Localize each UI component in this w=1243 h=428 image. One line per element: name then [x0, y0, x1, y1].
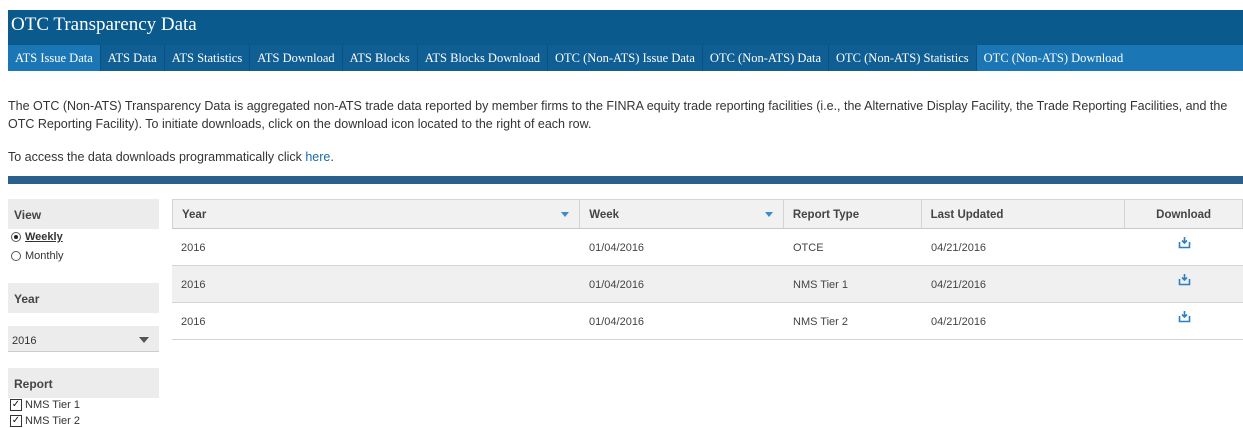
download-icon[interactable]: [1178, 273, 1191, 286]
table-row: 2016 01/04/2016 OTCE 04/21/2016: [172, 229, 1243, 266]
cell-week: 01/04/2016: [589, 242, 645, 254]
api-access-link[interactable]: here: [305, 150, 330, 164]
column-header-label: Year: [182, 209, 207, 221]
table-header: Year Week Report Type Last Updated Downl…: [172, 199, 1243, 229]
api-access-suffix: .: [330, 150, 334, 164]
chevron-down-icon[interactable]: [139, 337, 149, 343]
downloads-table: Year Week Report Type Last Updated Downl…: [172, 199, 1243, 340]
tab-otc-statistics[interactable]: OTC (Non-ATS) Statistics: [829, 45, 977, 71]
tab-ats-data[interactable]: ATS Data: [100, 45, 165, 71]
cell-download: [1126, 229, 1243, 265]
cell-report-type: NMS Tier 1: [793, 279, 849, 291]
column-header-label: Week: [589, 209, 620, 221]
cell-report-type: OTCE: [793, 242, 824, 254]
api-access-text: To access the data downloads programmati…: [8, 150, 334, 164]
column-header-download: Download: [1156, 209, 1212, 221]
view-option-label: Weekly: [25, 231, 63, 243]
tab-ats-issue-data[interactable]: ATS Issue Data: [8, 45, 101, 71]
api-access-prefix: To access the data downloads programmati…: [8, 150, 306, 164]
report-option-nms-tier-1[interactable]: ✓ NMS Tier 1: [10, 399, 80, 411]
sort-arrow-icon[interactable]: [561, 212, 570, 217]
report-option-label: NMS Tier 1: [25, 399, 81, 411]
app-header: OTC Transparency Data ATS Issue Data ATS…: [8, 10, 1243, 71]
year-select[interactable]: 2016: [8, 326, 159, 352]
cell-year: 2016: [181, 316, 206, 328]
tab-otc-download[interactable]: OTC (Non-ATS) Download: [976, 45, 1243, 71]
cell-report-type: NMS Tier 2: [793, 316, 849, 328]
report-option-label: NMS Tier 2: [25, 415, 81, 427]
radio-selected-icon[interactable]: [11, 232, 21, 242]
table-row: 2016 01/04/2016 NMS Tier 2 04/21/2016: [172, 303, 1243, 340]
table-row: 2016 01/04/2016 NMS Tier 1 04/21/2016: [172, 266, 1243, 303]
cell-week: 01/04/2016: [589, 279, 645, 291]
column-header-last-updated: Last Updated: [922, 200, 1126, 228]
radio-unselected-icon[interactable]: [11, 251, 21, 261]
tab-bar: ATS Issue Data ATS Data ATS Statistics A…: [8, 45, 1243, 71]
column-header-week[interactable]: Week: [580, 200, 784, 228]
section-divider: [8, 176, 1243, 184]
cell-last-updated: 04/21/2016: [931, 316, 987, 328]
description-text: The OTC (Non-ATS) Transparency Data is a…: [8, 99, 1228, 131]
cell-week: 01/04/2016: [589, 316, 645, 328]
tab-ats-statistics[interactable]: ATS Statistics: [164, 45, 251, 71]
cell-last-updated: 04/21/2016: [931, 242, 987, 254]
view-option-label: Monthly: [25, 250, 64, 262]
tab-ats-blocks[interactable]: ATS Blocks: [342, 45, 418, 71]
column-header-year[interactable]: Year: [173, 200, 581, 228]
page-title: OTC Transparency Data: [11, 14, 197, 35]
cell-download: [1126, 266, 1243, 302]
year-select-value: 2016: [12, 335, 37, 347]
tab-otc-issue-data[interactable]: OTC (Non-ATS) Issue Data: [548, 45, 703, 71]
report-option-nms-tier-2[interactable]: ✓ NMS Tier 2: [10, 415, 80, 427]
tab-ats-blocks-download[interactable]: ATS Blocks Download: [417, 45, 549, 71]
report-filter-heading: Report: [8, 368, 159, 398]
tab-otc-data[interactable]: OTC (Non-ATS) Data: [702, 45, 830, 71]
cell-year: 2016: [181, 279, 206, 291]
sort-arrow-icon[interactable]: [764, 212, 773, 217]
cell-download: [1126, 303, 1243, 339]
checkbox-checked-icon[interactable]: ✓: [10, 399, 22, 411]
column-header-report-type: Report Type: [784, 200, 922, 228]
checkbox-checked-icon[interactable]: ✓: [10, 415, 22, 427]
download-icon[interactable]: [1178, 310, 1191, 323]
year-filter-heading: Year: [8, 283, 159, 313]
tab-ats-download[interactable]: ATS Download: [250, 45, 343, 71]
cell-last-updated: 04/21/2016: [931, 279, 987, 291]
view-option-weekly[interactable]: Weekly: [11, 231, 63, 243]
view-option-monthly[interactable]: Monthly: [11, 250, 64, 262]
cell-year: 2016: [181, 242, 206, 254]
view-filter-heading: View: [8, 199, 159, 229]
download-icon[interactable]: [1178, 236, 1191, 249]
